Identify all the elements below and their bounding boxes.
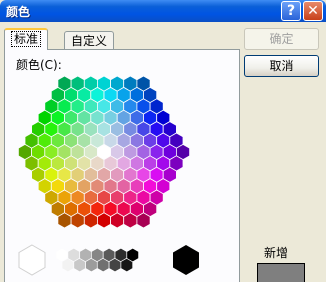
tab-standard[interactable]: 标准 (4, 28, 49, 50)
color-swatch[interactable] (57, 212, 72, 229)
gray-swatch[interactable] (126, 247, 139, 263)
white-swatch[interactable] (18, 244, 46, 276)
color-swatch[interactable] (97, 212, 111, 229)
cancel-button[interactable]: 取消 (244, 55, 319, 77)
color-swatch[interactable] (110, 212, 125, 229)
color-swatch[interactable] (123, 212, 138, 229)
new-color-label: 新增 (264, 246, 289, 260)
tab-standard-label: 标准 (11, 31, 42, 47)
color-swatch[interactable] (70, 212, 85, 229)
ok-button[interactable]: 确定 (244, 28, 319, 50)
black-swatch[interactable] (173, 245, 199, 275)
color-swatch[interactable] (136, 212, 151, 229)
color-swatch[interactable] (83, 212, 98, 229)
new-color-preview (257, 263, 305, 282)
